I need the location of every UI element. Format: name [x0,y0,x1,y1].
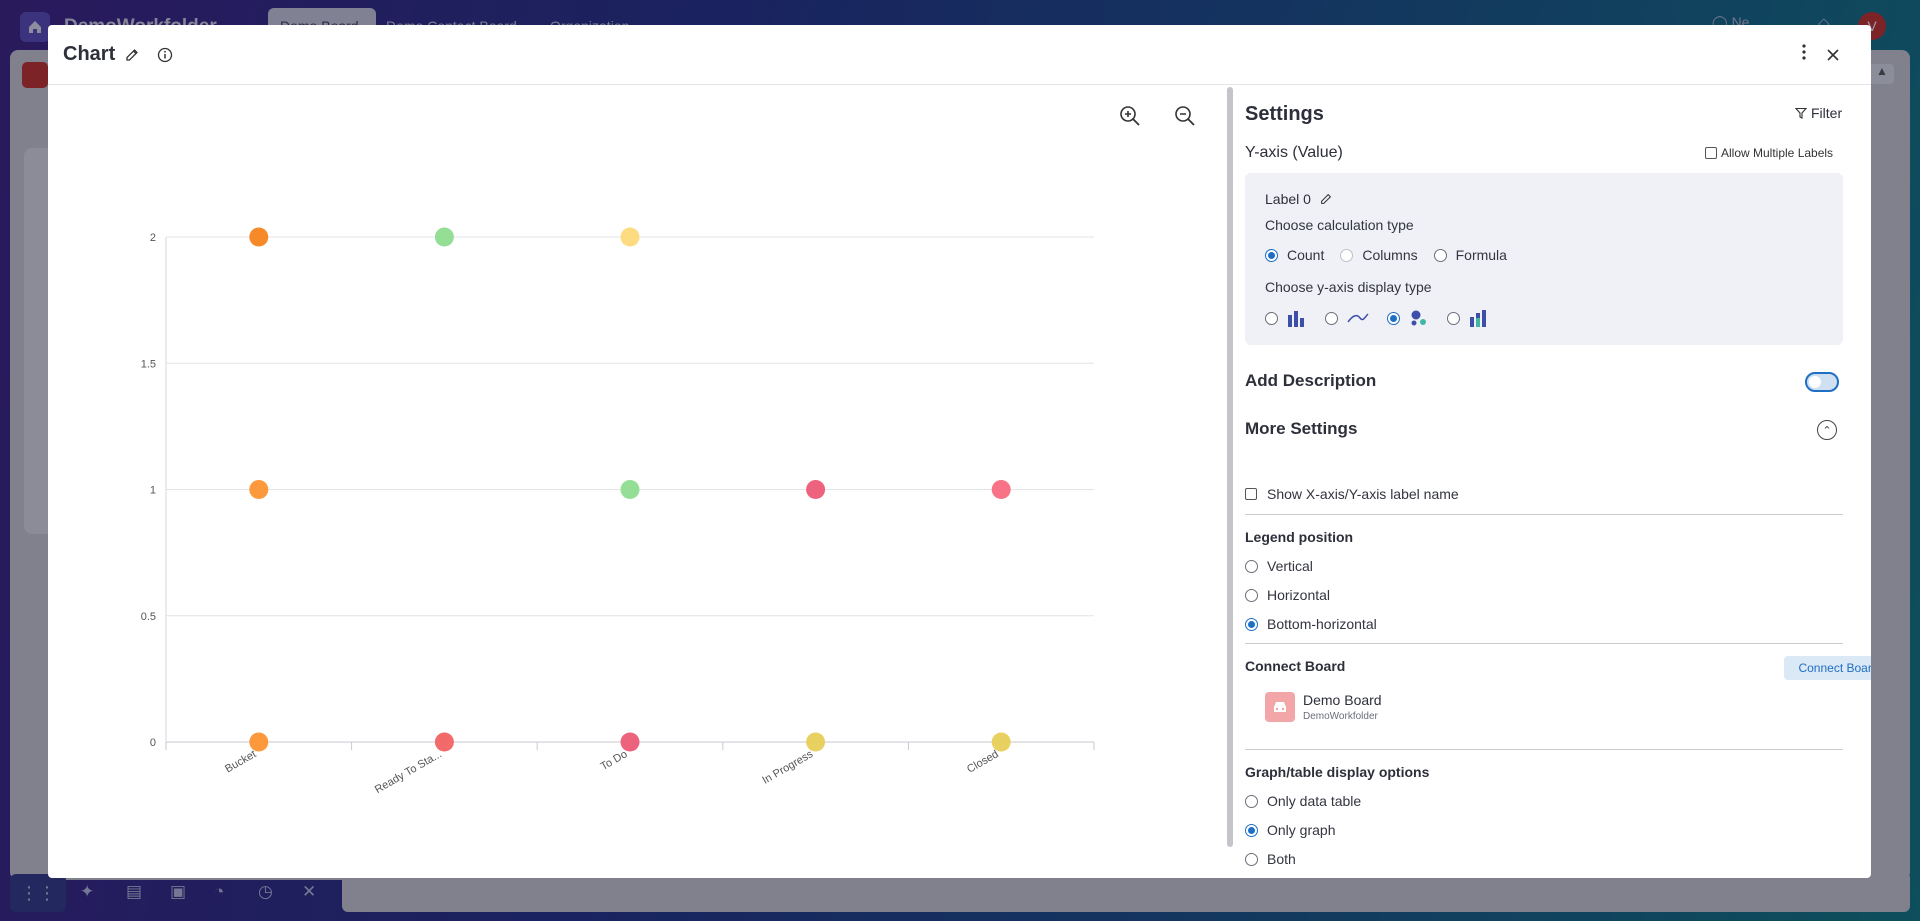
allow-multiple-labels-text: Allow Multiple Labels [1721,146,1834,160]
chart-modal: Chart 0 0.5 1 1.5 2 Bucket Ready To Sta... To D… [48,25,1871,878]
filter-icon [1795,107,1807,119]
calc-type-options: Count Columns Formula [1265,247,1507,263]
yaxis-title: Y-axis (Value) [1245,144,1343,161]
stacked-bar-icon [1470,310,1486,327]
allow-multiple-labels-checkbox[interactable]: Allow Multiple Labels [1705,146,1833,160]
legend-position-title: Legend position [1245,529,1354,545]
filter-label: Filter [1811,105,1843,121]
radio-count[interactable] [1265,248,1278,262]
chart-scrollbar-thumb[interactable] [1227,87,1233,847]
radio-only-data-table[interactable] [1245,794,1258,808]
x-tick-label: In Progress [760,748,815,787]
y-tick-label: 1 [150,485,156,497]
connect-board-title: Connect Board [1245,658,1346,674]
settings-title: Settings [1245,103,1324,125]
data-point [249,227,269,247]
divider [1245,749,1843,750]
radio-both[interactable] [1245,852,1258,866]
calc-option-columns: Columns [1362,247,1418,263]
board-name: Demo Board [1303,692,1382,708]
only-data-table-label: Only data table [1267,793,1362,809]
y-tick-label: 1.5 [141,358,156,370]
display-type-options [1265,309,1489,327]
radio-horizontal[interactable] [1245,588,1258,602]
radio-scatter[interactable] [1387,311,1400,325]
edit-icon[interactable] [122,45,142,65]
x-tick-label: Bucket [223,748,258,775]
show-axis-label-text: Show X-axis/Y-axis label name [1267,486,1459,502]
checkbox-box[interactable] [1705,147,1717,159]
x-tick-label: Ready To Sta... [373,748,444,796]
label-name-row: Label 0 [1265,191,1333,207]
settings-panel: Settings Filter Y-axis (Value) Allow Mul… [1235,86,1871,878]
y-tick-label: 0.5 [141,611,156,623]
option-only-data-table[interactable]: Only data table [1245,793,1361,809]
bar-chart-icon [1288,311,1304,327]
connect-board-button[interactable]: Connect Board [1784,656,1871,680]
radio-only-graph[interactable] [1245,823,1258,837]
calc-option-count: Count [1287,247,1325,263]
display-type-label: Choose y-axis display type [1265,279,1432,295]
legend-horizontal-label: Horizontal [1267,587,1331,603]
modal-header: Chart [48,25,1871,85]
data-point [249,732,269,752]
legend-vertical-label: Vertical [1267,558,1313,574]
data-point [991,732,1011,752]
data-point [991,480,1011,499]
label-name: Label 0 [1265,191,1311,207]
edit-label-icon[interactable] [1319,192,1333,206]
data-point [806,732,826,752]
only-graph-label: Only graph [1267,822,1336,838]
label-config-box: Label 0 Choose calculation type Count Co… [1245,173,1843,345]
data-point [249,480,269,499]
legend-bottom-horizontal-label: Bottom-horizontal [1267,616,1377,632]
radio-bottom-horizontal[interactable] [1245,617,1258,631]
line-chart-icon [1347,313,1369,323]
board-car-icon [1265,692,1295,722]
add-description-title: Add Description [1245,371,1377,390]
more-settings-title: More Settings [1245,419,1358,438]
x-tick-label: To Do [599,748,630,773]
data-point [620,227,640,247]
scatter-chart-icon [1411,310,1426,326]
y-tick-label: 0 [150,737,156,749]
connected-board-item[interactable]: Demo Board DemoWorkfolder [1265,692,1382,722]
board-workspace: DemoWorkfolder [1303,711,1378,722]
radio-vertical[interactable] [1245,559,1258,573]
radio-line[interactable] [1325,311,1338,325]
close-icon[interactable] [1823,45,1843,65]
chart-area: 0 0.5 1 1.5 2 Bucket Ready To Sta... To Do In Pr… [48,86,1226,878]
chevron-up-icon[interactable]: ⌃ [1817,420,1837,440]
scatter-chart: 0 0.5 1 1.5 2 Bucket Ready To Sta... To Do In Pr… [141,227,1095,796]
display-options-title: Graph/table display options [1245,764,1430,780]
option-only-graph[interactable]: Only graph [1245,822,1335,838]
filter-button[interactable]: Filter [1795,105,1842,121]
legend-option-vertical[interactable]: Vertical [1245,558,1313,574]
more-options-icon[interactable] [1794,42,1814,62]
info-icon[interactable] [155,45,175,65]
radio-columns[interactable] [1340,248,1354,262]
data-point [620,480,640,499]
modal-title: Chart [63,43,116,65]
both-label: Both [1267,851,1296,867]
divider [1245,514,1843,515]
option-both[interactable]: Both [1245,851,1296,867]
data-point [806,480,826,499]
calc-type-label: Choose calculation type [1265,217,1414,233]
data-point [620,732,640,752]
y-tick-label: 2 [150,232,156,244]
show-axis-label-checkbox[interactable] [1245,488,1257,500]
add-description-toggle[interactable] [1805,372,1839,392]
radio-formula[interactable] [1433,248,1447,262]
divider [1245,643,1843,644]
show-axis-label-row[interactable]: Show X-axis/Y-axis label name [1245,486,1459,502]
legend-option-bottom-horizontal[interactable]: Bottom-horizontal [1245,616,1377,632]
legend-option-horizontal[interactable]: Horizontal [1245,587,1330,603]
radio-stacked-bar[interactable] [1447,311,1460,325]
data-point [434,227,454,247]
calc-option-formula: Formula [1455,247,1507,263]
radio-bar[interactable] [1265,311,1278,325]
x-tick-label: Closed [965,748,1001,776]
data-point [434,732,454,752]
